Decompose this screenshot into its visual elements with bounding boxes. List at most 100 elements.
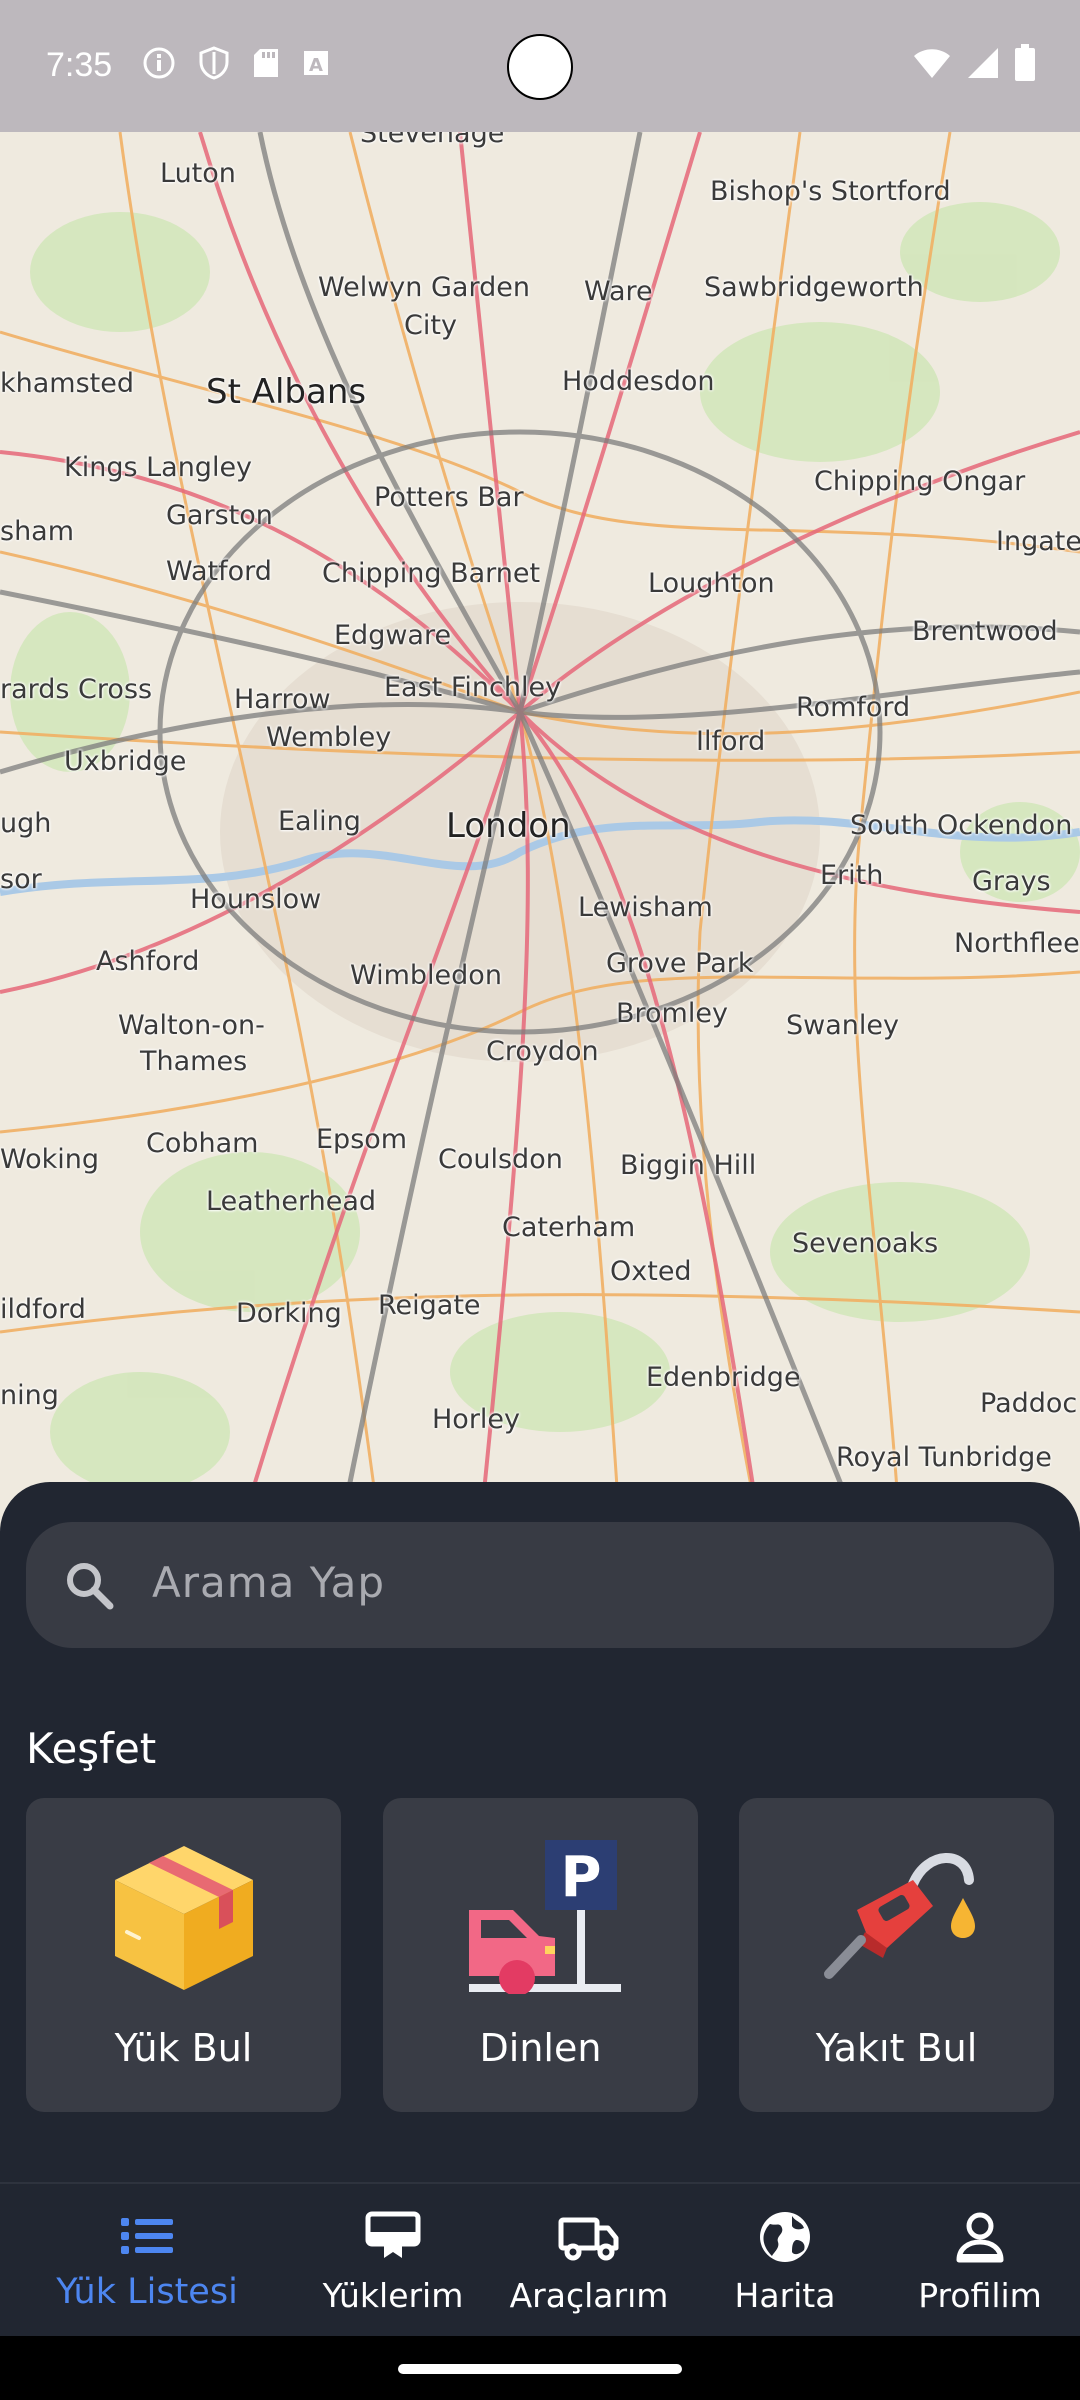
nav-araclarim[interactable]: Araçlarım: [488, 2184, 690, 2338]
map-label: Erith: [820, 860, 884, 891]
map-label: Croydon: [486, 1036, 599, 1067]
signal-icon: [966, 46, 1000, 84]
nav-yuk-listesi[interactable]: Yük Listesi: [16, 2184, 278, 2338]
camera-cutout: [507, 34, 573, 100]
text-a-icon: A: [302, 49, 330, 81]
card-label: Yakıt Bul: [815, 2026, 978, 2070]
nav-yuklerim[interactable]: Yüklerim: [298, 2184, 488, 2338]
map-label: Walton-on-: [118, 1010, 265, 1041]
search-placeholder: Arama Yap: [152, 1558, 386, 1607]
map-label: Romford: [796, 692, 911, 723]
map-label: Bishop's Stortford: [710, 176, 951, 207]
nav-label: Harita: [734, 2276, 836, 2315]
map-label: Northflee: [954, 928, 1080, 959]
map-label: Edenbridge: [646, 1362, 801, 1393]
wifi-icon: [912, 46, 952, 84]
map-label: Ashford: [96, 946, 200, 977]
map-label: Leatherhead: [206, 1186, 377, 1217]
map-label: Grove Park: [606, 948, 754, 979]
map-label: Cobham: [146, 1128, 259, 1159]
map-label: Wimbledon: [350, 960, 502, 991]
map-label: Wembley: [266, 722, 392, 753]
map-label: Bromley: [616, 998, 728, 1029]
map-label: Swanley: [786, 1010, 899, 1041]
truck-icon: [558, 2208, 620, 2270]
map-label: Uxbridge: [64, 746, 187, 777]
sd-card-icon: [252, 47, 280, 83]
map-label: Epsom: [316, 1124, 408, 1155]
map-label: Lewisham: [578, 892, 713, 923]
card-label: Dinlen: [479, 2026, 602, 2070]
map-label: Caterham: [502, 1212, 636, 1243]
status-icons-left: A: [142, 46, 330, 84]
map-label: Kings Langley: [64, 452, 253, 483]
map-label: Chipping Barnet: [322, 558, 541, 589]
map-label: Biggin Hill: [620, 1150, 757, 1181]
card-dinlen[interactable]: P Dinlen: [383, 1798, 698, 2112]
card-yakit-bul[interactable]: Yakıt Bul: [739, 1798, 1054, 2112]
map-label: Reigate: [378, 1290, 481, 1321]
map-label: Horley: [432, 1404, 521, 1435]
map-label: Sawbridgeworth: [704, 272, 924, 303]
map-label: Edgware: [334, 620, 452, 651]
map-label: ildford: [0, 1294, 86, 1325]
map-label: Thames: [140, 1046, 248, 1077]
battery-icon: [1014, 44, 1036, 86]
home-gesture-bar[interactable]: [398, 2364, 682, 2374]
fuel-nozzle-icon: [739, 1840, 1054, 1994]
card-label: Yük Bul: [114, 2026, 253, 2070]
map-label: London: [446, 806, 571, 846]
map-label: khamsted: [0, 368, 134, 399]
map-label: Woking: [0, 1144, 100, 1175]
list-icon: [119, 2208, 175, 2268]
map-label: ugh: [0, 808, 52, 839]
map-label: Ingate: [996, 526, 1080, 557]
map-label: Welwyn Garden: [318, 272, 530, 303]
map-label: Royal Tunbridge: [836, 1442, 1052, 1473]
nav-label: Araçlarım: [509, 2276, 669, 2315]
map-label: Hounslow: [190, 884, 322, 915]
map-label: Sevenoaks: [792, 1228, 939, 1259]
map-label: ning: [0, 1380, 59, 1411]
discover-cards: Yük Bul P Dinlen Yakıt Bul: [26, 1798, 1054, 2112]
parking-rest-icon: P: [383, 1840, 698, 1994]
nav-harita[interactable]: Harita: [690, 2184, 880, 2338]
map-label: Paddoc: [980, 1388, 1078, 1419]
map-label: East Finchley: [384, 672, 562, 703]
map-label: Loughton: [648, 568, 775, 599]
map-label: Potters Bar: [374, 482, 524, 513]
map-label: sham: [0, 516, 75, 547]
discover-title: Keşfet: [26, 1724, 157, 1773]
pickup-icon: [364, 2208, 422, 2270]
map-label: Ealing: [278, 806, 361, 837]
map-label: sor: [0, 864, 42, 895]
shield-icon: [198, 46, 230, 84]
map-view[interactable]: Stevenage Luton Bishop's Stortford Welwy…: [0, 132, 1080, 1532]
search-input[interactable]: Arama Yap: [26, 1522, 1054, 1648]
map-label: Luton: [160, 158, 236, 189]
map-label: Coulsdon: [438, 1144, 563, 1175]
status-bar: 7:35 A: [0, 0, 1080, 132]
nav-label: Profilim: [918, 2276, 1042, 2315]
svg-text:A: A: [309, 55, 323, 76]
status-time: 7:35: [46, 46, 113, 84]
person-icon: [951, 2208, 1009, 2270]
map-label: Watford: [166, 556, 272, 587]
bottom-navigation: Yük Listesi Yüklerim Araçlarım Harita Pr…: [0, 2182, 1080, 2336]
map-label: Grays: [972, 866, 1051, 897]
map-label: Brentwood: [912, 616, 1058, 647]
map-label: Stevenage: [360, 132, 505, 149]
nav-label: Yük Listesi: [56, 2272, 238, 2312]
cardboard-box-icon: [26, 1840, 341, 1994]
map-label: Ware: [584, 276, 653, 307]
nav-profilim[interactable]: Profilim: [880, 2184, 1080, 2338]
map-label: Harrow: [234, 684, 331, 715]
status-icons-right: [912, 44, 1036, 86]
nav-label: Yüklerim: [322, 2276, 464, 2315]
map-label: South Ockendon: [850, 810, 1073, 841]
map-label: Chipping Ongar: [814, 466, 1026, 497]
map-label: Oxted: [610, 1256, 692, 1287]
map-label: St Albans: [206, 372, 367, 412]
map-label: Ilford: [696, 726, 766, 757]
card-yuk-bul[interactable]: Yük Bul: [26, 1798, 341, 2112]
